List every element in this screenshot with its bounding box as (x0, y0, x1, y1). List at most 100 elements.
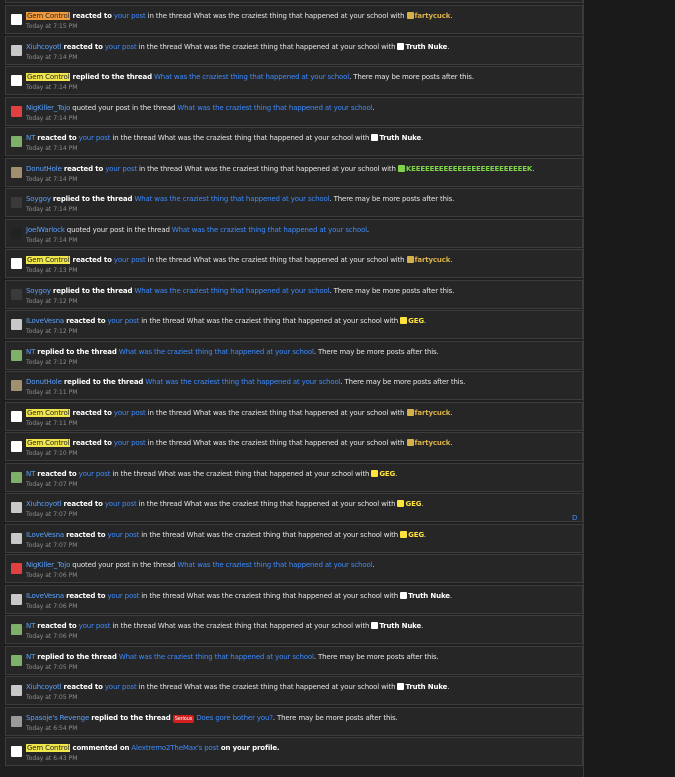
alert-row[interactable]: Spasoje's Revenge replied to the thread … (5, 706, 583, 736)
avatar[interactable] (11, 227, 22, 239)
avatar[interactable] (11, 685, 22, 696)
post-link[interactable]: your post (105, 500, 137, 508)
thread-link[interactable]: What was the craziest thing that happene… (119, 653, 314, 661)
avatar[interactable] (11, 532, 22, 544)
alert-row[interactable]: Gem Control reacted to your post in the … (5, 401, 583, 431)
post-link[interactable]: your post (114, 439, 146, 447)
username-link[interactable]: Xiuhcoyotl (26, 43, 62, 51)
username-link[interactable]: NigKiller_Tojo (26, 561, 70, 569)
username-link[interactable]: Gem Control (26, 408, 71, 417)
alert-row[interactable]: Xiuhcoyotl reacted to your post in the t… (5, 35, 583, 65)
post-link[interactable]: your post (105, 683, 137, 691)
avatar[interactable] (11, 410, 22, 422)
avatar[interactable] (11, 563, 22, 574)
alert-row[interactable]: Xiuhcoyotl reacted to your post in the t… (5, 493, 583, 522)
username-link[interactable]: NT (26, 622, 35, 630)
alert-row[interactable]: Gem Control reacted to your post in the … (5, 432, 583, 461)
alert-row[interactable]: NT reacted to your post in the thread Wh… (5, 615, 583, 644)
avatar[interactable] (11, 349, 22, 361)
username-link[interactable]: ILoveVesna (26, 531, 64, 539)
alert-row[interactable]: NT replied to the thread What was the cr… (5, 340, 583, 370)
thread-link[interactable]: What was the craziest thing that happene… (134, 195, 329, 203)
username-link[interactable]: ILoveVesna (26, 317, 64, 325)
avatar[interactable] (11, 136, 22, 147)
alert-row[interactable]: NT reacted to your post in the thread Wh… (5, 462, 583, 492)
avatar[interactable] (11, 258, 22, 269)
username-link[interactable]: Xiuhcoyotl (26, 683, 62, 691)
avatar[interactable] (11, 715, 22, 727)
thread-link[interactable]: What was the craziest thing that happene… (134, 287, 329, 295)
post-link[interactable]: your post (107, 317, 139, 325)
thread-link[interactable]: What was the craziest thing that happene… (172, 226, 367, 234)
post-link[interactable]: your post (107, 592, 139, 600)
username-link[interactable]: JoelWarlock (26, 226, 65, 234)
username-link[interactable]: NT (26, 470, 35, 478)
alert-row[interactable]: Soygoy replied to the thread What was th… (5, 279, 583, 309)
alert-row[interactable]: DonutHole reacted to your post in the th… (5, 157, 583, 187)
username-link[interactable]: Soygoy (26, 287, 51, 295)
thread-link[interactable]: What was the craziest thing that happene… (154, 73, 349, 81)
alert-row[interactable]: NT reacted to your post in the thread Wh… (5, 127, 583, 156)
alert-row[interactable]: Xiuhcoyotl reacted to your post in the t… (5, 676, 583, 705)
avatar[interactable] (11, 502, 22, 513)
alert-row[interactable]: NigKiller_Tojo quoted your post in the t… (5, 554, 583, 583)
post-link[interactable]: your post (79, 622, 111, 630)
username-link[interactable]: DonutHole (26, 165, 62, 173)
thread-link[interactable]: What was the craziest thing that happene… (177, 104, 372, 112)
post-link[interactable]: your post (79, 134, 111, 142)
username-link[interactable]: Gem Control (26, 73, 71, 81)
avatar[interactable] (11, 319, 22, 330)
post-link[interactable]: your post (105, 43, 137, 51)
thread-link[interactable]: What was the craziest thing that happene… (145, 378, 340, 386)
username-link[interactable]: NT (26, 653, 35, 661)
avatar[interactable] (11, 105, 22, 117)
username-link[interactable]: Soygoy (26, 195, 51, 203)
post-link[interactable]: your post (105, 165, 137, 173)
alert-row[interactable]: ILoveVesna reacted to your post in the t… (5, 584, 583, 614)
avatar[interactable] (11, 44, 22, 56)
thread-link[interactable]: What was the craziest thing that happene… (119, 348, 314, 356)
alert-row[interactable]: Gem Control replied to the thread What w… (5, 66, 583, 95)
alert-row[interactable]: Gem Control commented on Alextremo2TheMa… (5, 737, 583, 766)
username-link[interactable]: Gem Control (26, 256, 71, 264)
avatar[interactable] (11, 746, 22, 757)
alert-row[interactable]: JoelWarlock quoted your post in the thre… (5, 218, 583, 248)
thread-link[interactable]: What was the craziest thing that happene… (177, 561, 372, 569)
alert-row[interactable]: NT replied to the thread What was the cr… (5, 645, 583, 675)
post-link[interactable]: your post (107, 531, 139, 539)
post-link[interactable]: your post (79, 470, 111, 478)
alert-row[interactable]: DonutHole replied to the thread What was… (5, 371, 583, 400)
alert-row[interactable]: Gem Control reacted to your post in the … (5, 5, 583, 34)
alert-row[interactable]: NigKiller_Tojo quoted your post in the t… (5, 96, 583, 126)
avatar[interactable] (11, 197, 22, 208)
username-link[interactable]: Gem Control (26, 744, 71, 752)
avatar[interactable] (11, 624, 22, 635)
username-link[interactable]: DonutHole (26, 378, 62, 386)
avatar[interactable] (11, 654, 22, 666)
username-link[interactable]: ILoveVesna (26, 592, 64, 600)
post-link[interactable]: your post (114, 409, 146, 417)
username-link[interactable]: Spasoje's Revenge (26, 714, 89, 722)
scroll-marker[interactable]: D (572, 514, 577, 522)
avatar[interactable] (11, 14, 22, 25)
alert-row[interactable]: Soygoy replied to the thread What was th… (5, 188, 583, 217)
thread-link[interactable]: Does gore bother you? (196, 714, 273, 722)
avatar[interactable] (11, 75, 22, 86)
avatar[interactable] (11, 471, 22, 483)
username-link[interactable]: Gem Control (26, 439, 71, 447)
avatar[interactable] (11, 380, 22, 391)
profile-post-link[interactable]: Alextremo2TheMax's post (131, 744, 219, 752)
avatar[interactable] (11, 288, 22, 300)
post-link[interactable]: your post (114, 256, 146, 264)
username-link[interactable]: NigKiller_Tojo (26, 104, 70, 112)
post-link[interactable]: your post (114, 12, 146, 20)
alert-row[interactable]: ILoveVesna reacted to your post in the t… (5, 310, 583, 339)
username-link[interactable]: Xiuhcoyotl (26, 500, 62, 508)
avatar[interactable] (11, 441, 22, 452)
avatar[interactable] (11, 593, 22, 605)
username-link[interactable]: NT (26, 134, 35, 142)
alert-row[interactable]: Gem Control reacted to your post in the … (5, 249, 583, 278)
alert-row[interactable]: ILoveVesna reacted to your post in the t… (5, 523, 583, 553)
username-link[interactable]: Gem Control (26, 12, 71, 20)
username-link[interactable]: NT (26, 348, 35, 356)
